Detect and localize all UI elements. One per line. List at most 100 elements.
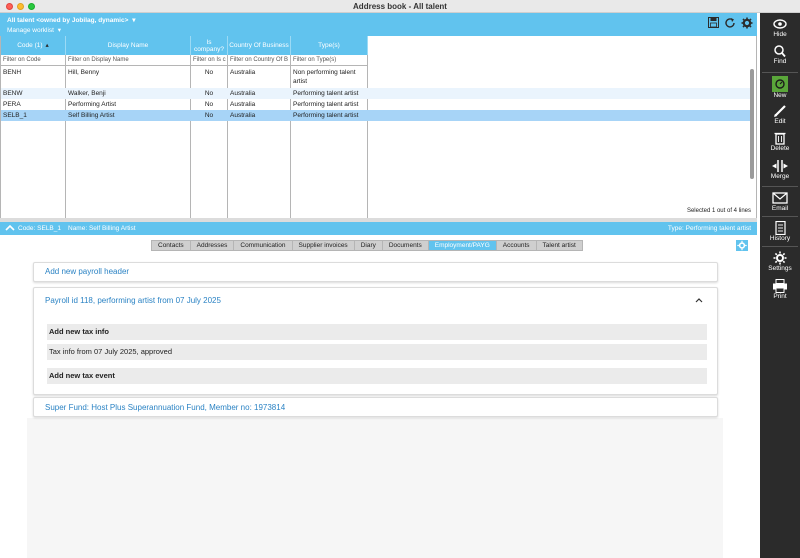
sort-ascending-icon: ▴ xyxy=(45,42,49,49)
merge-icon xyxy=(772,160,788,172)
settings-button[interactable]: Settings xyxy=(760,251,800,272)
cell-is-company: No xyxy=(204,112,214,119)
cell-display-name: Self Billing Artist xyxy=(68,112,115,119)
super-fund-card: Super Fund: Host Plus Superannuation Fun… xyxy=(33,397,718,417)
table-row[interactable]: PERA Performing Artist No Australia Perf… xyxy=(1,99,751,110)
table-row[interactable]: BENW Walker, Benji No Australia Performi… xyxy=(1,88,751,99)
cell-country: Australia xyxy=(230,90,256,97)
tab-employment-payg[interactable]: Employment/PAYG xyxy=(427,240,496,251)
hide-button[interactable]: Hide xyxy=(760,17,800,38)
history-button[interactable]: History xyxy=(760,221,800,242)
cell-display-name: Performing Artist xyxy=(68,101,117,108)
toolbar-divider xyxy=(762,246,798,247)
tab-supplier-invoices[interactable]: Supplier invoices xyxy=(291,240,354,251)
collapse-chevron-up-icon[interactable] xyxy=(695,297,703,305)
column-header-country-label: Country Of Business xyxy=(229,42,289,49)
super-fund-link[interactable]: Super Fund: Host Plus Superannuation Fun… xyxy=(45,403,285,412)
grid-scrollbar[interactable] xyxy=(750,69,754,179)
find-button[interactable]: Find xyxy=(760,44,800,65)
tab-contacts[interactable]: Contacts xyxy=(151,240,190,251)
cell-country: Australia xyxy=(230,101,256,108)
filter-country-input[interactable]: Filter on Country Of B xyxy=(228,55,291,66)
print-button[interactable]: Print xyxy=(760,279,800,300)
detail-tabs: Contacts Addresses Communication Supplie… xyxy=(151,240,583,251)
collapse-detail-icon[interactable] xyxy=(5,224,15,234)
tab-settings-gear-icon[interactable] xyxy=(736,240,748,251)
table-row[interactable]: BENH Hill, Benny No Australia Non perfor… xyxy=(1,67,751,87)
cell-is-company: No xyxy=(204,101,214,108)
talent-grid: Code (1) ▴ Display Name Is company? Coun… xyxy=(0,36,757,218)
column-header-code-label: Code (1) xyxy=(17,42,43,49)
add-payroll-header-link[interactable]: Add new payroll header xyxy=(45,267,129,276)
email-button[interactable]: Email xyxy=(760,191,800,212)
merge-button[interactable]: Merge xyxy=(760,159,800,180)
tab-talent-artist[interactable]: Talent artist xyxy=(535,240,583,251)
manage-worklist-label: Manage worklist xyxy=(7,27,54,34)
toolbar-divider xyxy=(762,216,798,217)
find-label: Find xyxy=(773,58,787,65)
merge-label: Merge xyxy=(770,173,790,180)
worklist-selector[interactable]: All talent <owned by Jobilag, dynamic> ▾ xyxy=(7,16,135,24)
tab-diary[interactable]: Diary xyxy=(353,240,382,251)
column-header-code[interactable]: Code (1) ▴ xyxy=(1,36,66,55)
column-header-types[interactable]: Type(s) xyxy=(291,36,368,55)
filter-is-company-input[interactable]: Filter on Is c xyxy=(191,55,228,66)
new-label: New xyxy=(773,92,787,99)
tab-documents[interactable]: Documents xyxy=(381,240,428,251)
pencil-icon xyxy=(774,105,786,117)
settings-label: Settings xyxy=(768,265,792,272)
edit-label: Edit xyxy=(774,118,786,125)
email-label: Email xyxy=(771,205,789,212)
document-icon xyxy=(775,221,786,235)
column-header-is-company-label: Is company? xyxy=(194,38,225,53)
tax-info-row[interactable]: Tax info from 07 July 2025, approved xyxy=(47,344,707,360)
detail-header: Code: SELB_1 Name: Self Billing Artist T… xyxy=(0,222,757,235)
cell-code: SELB_1 xyxy=(3,112,27,119)
detail-code: Code: SELB_1 xyxy=(18,225,62,232)
tab-accounts[interactable]: Accounts xyxy=(495,240,536,251)
cell-code: BENW xyxy=(3,90,23,97)
cell-display-name: Walker, Benji xyxy=(68,90,106,97)
column-header-country[interactable]: Country Of Business xyxy=(228,36,291,55)
tab-communication[interactable]: Communication xyxy=(233,240,292,251)
cell-code: PERA xyxy=(3,101,21,108)
filter-types-input[interactable]: Filter on Type(s) xyxy=(291,55,368,66)
worklist-title: All talent <owned by Jobilag, dynamic> xyxy=(7,17,129,24)
column-header-display-name[interactable]: Display Name xyxy=(66,36,191,55)
add-tax-event-row[interactable]: Add new tax event xyxy=(47,368,707,384)
filter-code-input[interactable]: Filter on Code xyxy=(1,55,66,66)
payroll-title-link[interactable]: Payroll id 118, performing artist from 0… xyxy=(45,296,221,305)
tab-addresses[interactable]: Addresses xyxy=(189,240,234,251)
filter-display-name-input[interactable]: Filter on Display Name xyxy=(66,55,191,66)
gear-icon xyxy=(773,251,787,265)
cell-types: Non performing talent artist xyxy=(293,69,356,85)
column-header-is-company[interactable]: Is company? xyxy=(191,36,228,55)
delete-button[interactable]: Delete xyxy=(760,131,800,152)
print-label: Print xyxy=(773,293,787,300)
selection-status: Selected 1 out of 4 lines xyxy=(686,208,751,214)
cell-is-company: No xyxy=(204,69,214,76)
trash-icon xyxy=(774,132,786,145)
cell-country: Australia xyxy=(230,112,256,119)
column-header-types-label: Type(s) xyxy=(318,42,340,49)
toolbar-divider xyxy=(762,186,798,187)
toolbar-divider xyxy=(762,72,798,73)
content-panel-background xyxy=(27,418,723,558)
refresh-icon[interactable] xyxy=(724,17,736,31)
table-row-selected[interactable]: SELB_1 Self Billing Artist No Australia … xyxy=(1,110,751,121)
add-tax-info-row[interactable]: Add new tax info xyxy=(47,324,707,340)
cell-types: Performing talent artist xyxy=(293,90,359,97)
right-toolbar: Hide Find New Edit Delete Merge Email Hi… xyxy=(760,13,800,558)
payroll-card: Payroll id 118, performing artist from 0… xyxy=(33,287,718,395)
new-button[interactable]: New xyxy=(760,76,800,99)
cell-display-name: Hill, Benny xyxy=(68,69,100,76)
delete-label: Delete xyxy=(770,145,790,152)
cell-is-company: No xyxy=(204,90,214,97)
grid-settings-gear-icon[interactable] xyxy=(741,17,753,31)
printer-icon xyxy=(773,279,787,293)
edit-button[interactable]: Edit xyxy=(760,104,800,125)
save-layout-icon[interactable] xyxy=(708,17,720,30)
manage-worklist-menu[interactable]: Manage worklist ▾ xyxy=(7,26,61,34)
detail-type: Type: Performing talent artist xyxy=(667,225,751,232)
history-label: History xyxy=(769,235,791,242)
